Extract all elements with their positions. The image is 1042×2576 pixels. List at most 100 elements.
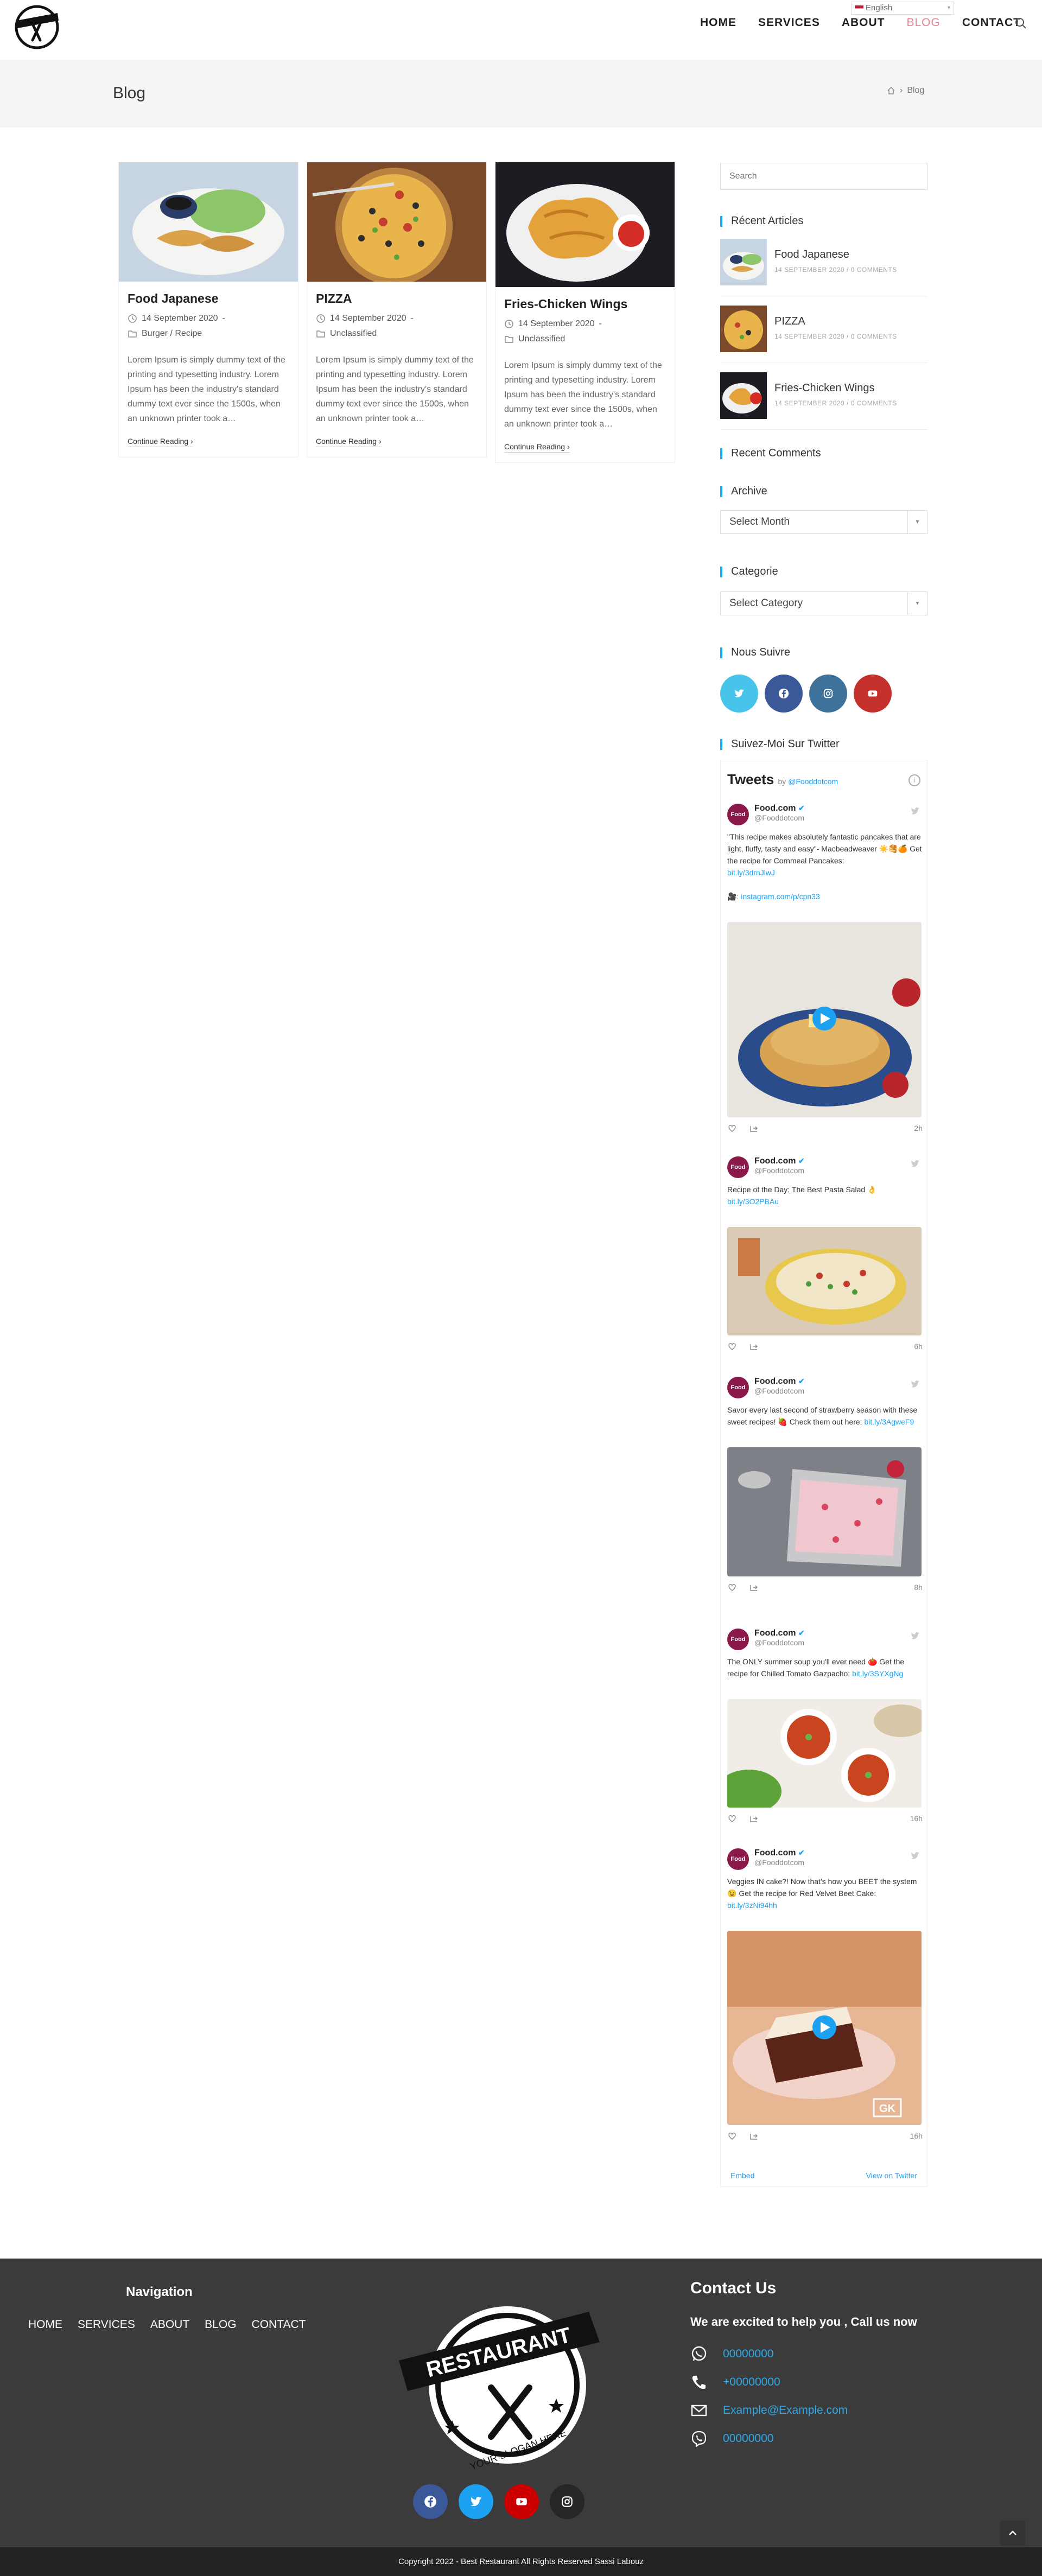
tweet-link[interactable]: bit.ly/3zNi94hh [727,1901,777,1910]
tweet-time[interactable]: 8h [914,1583,923,1592]
nav-blog[interactable]: BLOG [907,16,941,29]
share-icon[interactable] [749,1123,759,1133]
avatar[interactable]: Food [727,804,749,825]
footer-nav-home[interactable]: HOME [28,2318,62,2331]
tweet-link[interactable]: bit.ly/3O2PBAu [727,1197,779,1206]
embed-link[interactable]: Embed [730,2171,754,2180]
tweet-media-beet-cake[interactable]: GK [727,1931,922,2125]
tweet-handle[interactable]: @Fooddotcom [754,1858,805,1867]
tweet-time[interactable]: 2h [914,1124,923,1133]
tweet[interactable]: Food Food.com ✔ @Fooddotcom The ONLY summ… [727,1629,923,1825]
scroll-to-top-button[interactable] [1000,2521,1025,2546]
share-icon[interactable] [749,1814,759,1823]
tweet[interactable]: Food Food.com ✔ @Fooddotcom Recipe of the… [727,1156,923,1353]
tweet-handle[interactable]: @Fooddotcom [754,1386,805,1395]
tweet[interactable]: Food Food.com ✔ @Fooddotcom Savor every l… [727,1377,923,1594]
continue-reading-link[interactable]: Continue Reading › [504,442,570,453]
twitter-bird-icon[interactable] [910,807,920,816]
facebook-link[interactable] [765,675,803,713]
tweet-link[interactable]: bit.ly/3AgweF9 [864,1417,914,1426]
recent-article-title[interactable]: Fries-Chicken Wings [774,382,874,395]
heart-icon[interactable] [727,1582,737,1592]
tweet-name[interactable]: Food.com [754,804,796,813]
heart-icon[interactable] [727,1814,737,1823]
tweet-media-pasta-salad[interactable] [727,1227,922,1335]
post-thumbnail-food-japanese[interactable] [119,162,298,282]
recent-article-item[interactable]: Fries-Chicken Wings 14 SEPTEMBER 2020 / … [720,369,927,430]
view-on-twitter-link[interactable]: View on Twitter [866,2171,917,2180]
share-icon[interactable] [749,1582,759,1592]
twitter-link[interactable] [720,675,758,713]
tweet-time[interactable]: 16h [910,2132,923,2140]
language-selector[interactable]: English ▾ [851,2,954,15]
post-title[interactable]: Food Japanese [128,291,289,306]
tweet[interactable]: Food Food.com ✔ @Fooddotcom "This recipe … [727,804,923,1135]
twitter-bird-icon[interactable] [910,1160,920,1168]
category-select[interactable]: Select Category ▾ [720,591,927,615]
instagram-link[interactable] [809,675,847,713]
tweet-handle[interactable]: @Fooddotcom [754,1638,805,1647]
tweet-media-gazpacho[interactable] [727,1699,922,1808]
youtube-link[interactable] [854,675,892,713]
tweet-handle[interactable]: @Fooddotcom [754,813,805,822]
recent-article-title[interactable]: PIZZA [774,315,805,328]
home-icon[interactable] [887,86,895,95]
nav-home[interactable]: HOME [700,16,736,29]
share-icon[interactable] [749,1341,759,1351]
tweet-media-pancakes[interactable] [727,922,922,1117]
post-title[interactable]: PIZZA [316,291,478,306]
tweet[interactable]: Food Food.com ✔ @Fooddotcom Veggies IN ca… [727,1848,923,2142]
post-category-text[interactable]: Unclassified [518,334,565,344]
post-thumbnail-fries-chicken-wings[interactable] [495,162,675,287]
sidebar-search-input[interactable] [720,163,927,190]
heart-icon[interactable] [727,2131,737,2141]
recent-article-title[interactable]: Food Japanese [774,249,849,261]
tweet-link[interactable]: bit.ly/3drnJlwJ [727,868,775,877]
tweet-name[interactable]: Food.com [754,1156,796,1166]
heart-icon[interactable] [727,1123,737,1133]
avatar[interactable]: Food [727,1848,749,1870]
footer-nav-services[interactable]: SERVICES [78,2318,135,2331]
tweet-name[interactable]: Food.com [754,1377,796,1386]
twitter-bird-icon[interactable] [910,1632,920,1640]
recent-article-item[interactable]: PIZZA 14 SEPTEMBER 2020 / 0 COMMENTS [720,302,927,363]
facebook-link[interactable] [413,2484,448,2519]
tweet-time[interactable]: 16h [910,1814,923,1823]
contact-phone[interactable]: +00000000 [690,2374,780,2391]
contact-whatsapp[interactable]: 00000000 [690,2345,773,2363]
recent-article-thumbnail[interactable] [720,372,767,419]
youtube-link[interactable] [504,2484,539,2519]
recent-article-thumbnail[interactable] [720,239,767,285]
post-thumbnail-pizza[interactable] [307,162,486,282]
post-title[interactable]: Fries-Chicken Wings [504,297,666,311]
archive-select[interactable]: Select Month ▾ [720,510,927,534]
avatar[interactable]: Food [727,1629,749,1650]
heart-icon[interactable] [727,1341,737,1351]
continue-reading-link[interactable]: Continue Reading › [128,437,193,447]
footer-nav-about[interactable]: ABOUT [150,2318,189,2331]
info-icon[interactable]: i [908,774,920,786]
search-icon[interactable] [1015,17,1027,29]
contact-viber[interactable]: 00000000 [690,2430,773,2447]
share-icon[interactable] [749,2131,759,2141]
recent-article-thumbnail[interactable] [720,306,767,352]
footer-nav-contact[interactable]: CONTACT [252,2318,306,2331]
post-category-text[interactable]: Unclassified [330,329,377,339]
restaurant-logo[interactable] [12,2,62,50]
tweet-name[interactable]: Food.com [754,1848,796,1858]
continue-reading-link[interactable]: Continue Reading › [316,437,382,447]
tweet-media-strawberry[interactable] [727,1447,922,1576]
tweets-handle-link[interactable]: @Fooddotcom [788,777,838,786]
tweet-time[interactable]: 6h [914,1342,923,1351]
twitter-bird-icon[interactable] [910,1380,920,1389]
nav-contact[interactable]: CONTACT [962,16,1021,29]
tweet-handle[interactable]: @Fooddotcom [754,1166,805,1175]
contact-email[interactable]: Example@Example.com [690,2402,848,2419]
footer-nav-blog[interactable]: BLOG [205,2318,236,2331]
nav-services[interactable]: SERVICES [758,16,820,29]
recent-article-item[interactable]: Food Japanese 14 SEPTEMBER 2020 / 0 COMM… [720,236,927,296]
tweet-link[interactable]: bit.ly/3SYXgNg [852,1669,903,1678]
nav-about[interactable]: ABOUT [842,16,885,29]
avatar[interactable]: Food [727,1377,749,1398]
tweet-name[interactable]: Food.com [754,1629,796,1638]
